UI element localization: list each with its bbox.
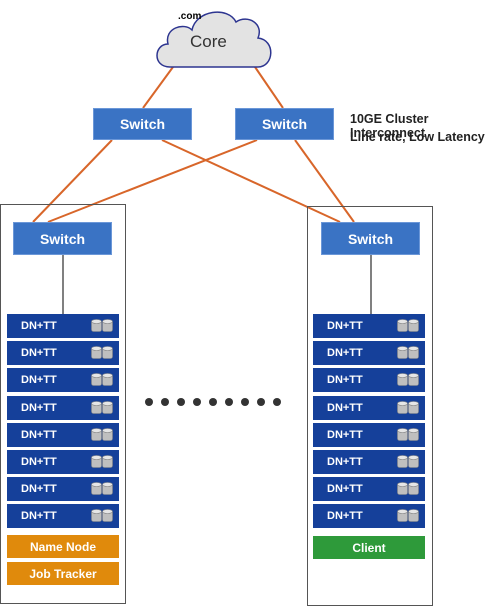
ellipsis-dot <box>177 398 185 406</box>
ellipsis-dot <box>145 398 153 406</box>
data-node: DN+TT <box>313 504 425 529</box>
data-node: DN+TT <box>313 395 425 420</box>
node-label: DN+TT <box>21 428 57 441</box>
node-label: DN+TT <box>327 374 363 387</box>
node-label: DN+TT <box>327 483 363 496</box>
disk-icon <box>397 319 419 332</box>
ellipsis-dot <box>161 398 169 406</box>
disk-icon <box>397 427 419 441</box>
disk-icon <box>397 509 419 523</box>
node-label: DN+TT <box>21 483 57 496</box>
ellipsis-dot <box>193 398 201 406</box>
disk-icon <box>91 400 113 414</box>
disk-icon <box>91 427 113 441</box>
data-node: DN+TT <box>7 477 119 502</box>
data-node: DN+TT <box>313 314 425 338</box>
node-label: DN+TT <box>327 428 363 441</box>
data-node: DN+TT <box>313 341 425 366</box>
disk-icon <box>397 455 419 468</box>
data-node: DN+TT <box>7 422 119 447</box>
data-node: DN+TT <box>7 314 119 338</box>
node-label: DN+TT <box>327 320 363 332</box>
interconnect-caption-2: Line rate, Low Latency <box>350 130 485 144</box>
job-tracker: Job Tracker <box>7 562 119 585</box>
node-label: DN+TT <box>327 401 363 414</box>
top-switch-1: Switch <box>93 108 192 140</box>
node-label: DN+TT <box>21 320 57 332</box>
data-node: DN+TT <box>313 450 425 474</box>
data-node: DN+TT <box>313 368 425 393</box>
disk-icon <box>91 482 113 495</box>
data-node: DN+TT <box>7 368 119 393</box>
watermark: .com <box>178 11 202 22</box>
data-node: DN+TT <box>7 504 119 529</box>
disk-icon <box>91 319 113 332</box>
node-label: DN+TT <box>21 510 57 523</box>
node-label: DN+TT <box>327 510 363 523</box>
client: Client <box>313 536 425 559</box>
node-label: DN+TT <box>21 374 57 387</box>
name-node: Name Node <box>7 535 119 558</box>
data-node: DN+TT <box>7 395 119 420</box>
disk-icon <box>397 346 419 359</box>
disk-icon <box>397 482 419 495</box>
link-core-switch2 <box>254 66 284 109</box>
left-rack-switch: Switch <box>13 222 112 255</box>
ellipsis-dot <box>257 398 265 406</box>
node-label: DN+TT <box>327 347 363 360</box>
right-rack-switch: Switch <box>321 222 420 255</box>
data-node: DN+TT <box>313 422 425 447</box>
data-node: DN+TT <box>7 341 119 366</box>
core-label: Core <box>190 32 227 51</box>
node-label: DN+TT <box>21 347 57 360</box>
disk-icon <box>397 400 419 414</box>
disk-icon <box>91 509 113 523</box>
top-switch-2: Switch <box>235 108 334 140</box>
ellipsis-dot <box>241 398 249 406</box>
data-node: DN+TT <box>7 450 119 474</box>
link-core-switch1 <box>142 66 174 109</box>
disk-icon <box>91 455 113 468</box>
disk-icon <box>397 373 419 387</box>
data-node: DN+TT <box>313 477 425 502</box>
ellipsis-dot <box>225 398 233 406</box>
disk-icon <box>91 346 113 359</box>
node-label: DN+TT <box>327 456 363 468</box>
node-label: DN+TT <box>21 456 57 468</box>
ellipsis-dot <box>273 398 281 406</box>
node-label: DN+TT <box>21 401 57 414</box>
disk-icon <box>91 373 113 387</box>
ellipsis-dot <box>209 398 217 406</box>
